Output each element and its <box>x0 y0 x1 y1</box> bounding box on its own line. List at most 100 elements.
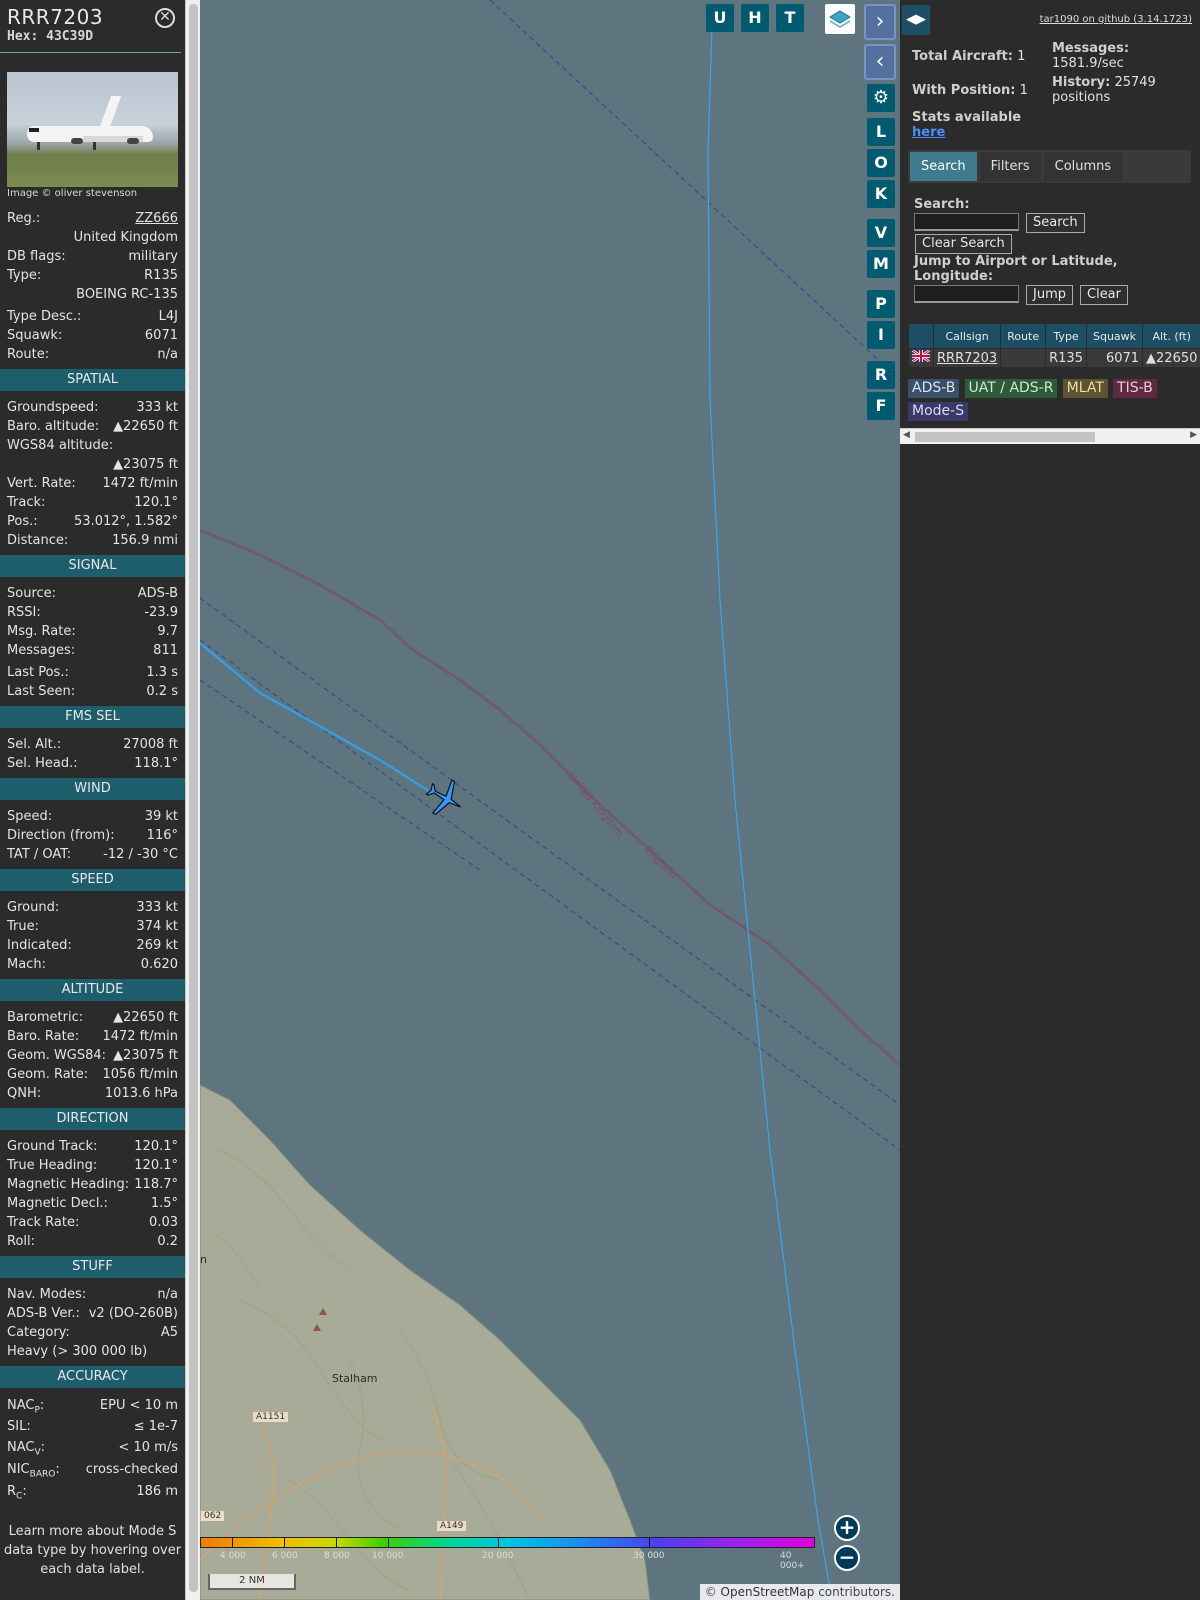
aircraft-icon[interactable] <box>422 778 468 818</box>
other-aircraft-track <box>707 27 833 1600</box>
scroll-right-icon[interactable]: ▶ <box>1190 430 1197 440</box>
info-row-sel-head: Sel. Head.: 118.1° <box>7 756 178 771</box>
info-row-groundspeed: Groundspeed: 333 kt <box>7 400 178 415</box>
map-button-f[interactable]: F <box>867 392 895 420</box>
clear-search-button[interactable]: Clear Search <box>915 234 1012 254</box>
cell-type: R135 <box>1046 349 1086 367</box>
aircraft-info-panel: RRR7203 Hex: 43C39D ✕ Image © oliver ste… <box>0 0 185 1600</box>
scrollbar-thumb[interactable] <box>915 432 1095 442</box>
section-direction: DIRECTION <box>0 1108 185 1130</box>
info-header: RRR7203 Hex: 43C39D ✕ <box>0 0 181 53</box>
jump-input[interactable] <box>914 285 1019 303</box>
airway-dashed-4 <box>200 679 481 871</box>
stat-stats-available: Stats available here <box>912 110 1022 140</box>
col-squawk[interactable]: Squawk <box>1086 324 1143 348</box>
zoom-out-button[interactable]: − <box>834 1545 860 1571</box>
search-button[interactable]: Search <box>1026 213 1085 233</box>
github-link[interactable]: tar1090 on github (3.14.1723) <box>1040 14 1192 25</box>
map-button-r[interactable]: R <box>867 361 895 389</box>
info-row-ground-speed: Ground: 333 kt <box>7 900 178 915</box>
alt-scale-tick: 30 000 <box>633 1551 665 1561</box>
legend-mlat: MLAT <box>1062 379 1108 398</box>
label-a1151: A1151 <box>252 1411 290 1423</box>
stat-messages: Messages: 1581.9/sec <box>1052 41 1130 71</box>
coastline-land <box>200 1084 651 1600</box>
col-callsign[interactable]: Callsign <box>934 324 1001 348</box>
map-button-m[interactable]: M <box>867 250 895 278</box>
col-type[interactable]: Type <box>1046 324 1086 348</box>
legend-adsb: ADS-B <box>908 379 960 398</box>
info-row-baro-alt: Baro. altitude: ▲22650 ft <box>7 419 178 434</box>
selected-aircraft-track <box>200 642 433 794</box>
cell-callsign[interactable]: RRR7203 <box>934 349 1001 367</box>
info-row-rssi: RSSI: -23.9 <box>7 605 178 620</box>
info-row-tat-oat: TAT / OAT: -12 / -30 °C <box>7 847 178 862</box>
map-button-i[interactable]: I <box>867 321 895 349</box>
info-row-wind-speed: Speed: 39 kt <box>7 809 178 824</box>
map-button-h[interactable]: H <box>741 4 769 32</box>
scroll-left-icon[interactable]: ◀ <box>903 430 910 440</box>
expand-sidebar-icon[interactable]: ◀▶ <box>902 5 930 35</box>
section-stuff: STUFF <box>0 1256 185 1278</box>
section-signal: SIGNAL <box>0 555 185 577</box>
col-altitude[interactable]: Alt. (ft) <box>1143 324 1200 348</box>
jump-button[interactable]: Jump <box>1026 285 1073 305</box>
info-row-roll: Roll: 0.2 <box>7 1234 178 1249</box>
map-view[interactable]: United Kingdom England Stalham A1151 A14… <box>200 0 900 1600</box>
info-row-squawk: Squawk: 6071 <box>7 328 178 343</box>
map-button-o[interactable]: O <box>867 149 895 177</box>
airway-dashed-3 <box>200 639 900 1151</box>
registration-link[interactable]: ZZ666 <box>135 209 178 228</box>
table-horizontal-scrollbar[interactable]: ◀ ▶ <box>900 428 1200 444</box>
stats-here-link[interactable]: here <box>912 125 945 140</box>
info-row-wgs-value: ▲23075 ft <box>113 457 178 472</box>
osm-link[interactable]: OpenStreetMap <box>721 1585 815 1599</box>
settings-gear-icon[interactable]: ⚙ <box>867 84 895 112</box>
section-wind: WIND <box>0 778 185 800</box>
col-route[interactable]: Route <box>1001 324 1046 348</box>
chevron-right-icon[interactable]: › <box>864 4 896 40</box>
search-input[interactable] <box>914 213 1019 231</box>
map-button-u[interactable]: U <box>706 4 734 32</box>
info-row-track: Track: 120.1° <box>7 495 178 510</box>
info-row-mag-heading: Magnetic Heading: 118.7° <box>7 1177 178 1192</box>
info-row-source: Source: ADS-B <box>7 586 178 601</box>
aircraft-photo[interactable] <box>7 72 178 187</box>
info-row-nav-modes: Nav. Modes: n/a <box>7 1287 178 1302</box>
layers-icon[interactable] <box>825 4 855 34</box>
info-row-route: Route: n/a <box>7 347 178 362</box>
info-panel-scrollbar[interactable] <box>185 0 200 1600</box>
label-edge: n <box>200 1253 207 1266</box>
clear-jump-button[interactable]: Clear <box>1080 285 1128 305</box>
cell-route <box>1001 349 1046 367</box>
info-row-messages: Messages: 811 <box>7 643 178 658</box>
uk-boundary-line <box>200 528 900 1067</box>
tab-filters[interactable]: Filters <box>979 152 1041 181</box>
airway-dashed-1 <box>489 0 900 381</box>
airway-dashed-2 <box>200 597 900 1106</box>
table-row[interactable]: RRR7203 R135 6071 ▲22650 <box>909 348 1200 367</box>
info-row-pos: Pos.: 53.012°, 1.582° <box>7 514 178 529</box>
section-altitude: ALTITUDE <box>0 979 185 1001</box>
legend-modes: Mode-S <box>908 402 969 421</box>
label-a149: A149 <box>436 1520 468 1532</box>
info-row-sil: SIL: ≤ 1e-7 <box>7 1419 178 1434</box>
zoom-in-button[interactable]: + <box>834 1515 860 1541</box>
tab-search[interactable]: Search <box>910 152 977 181</box>
chevron-left-icon[interactable]: ‹ <box>864 44 896 80</box>
map-button-p[interactable]: P <box>867 290 895 318</box>
close-icon[interactable]: ✕ <box>155 8 175 28</box>
info-row-msg-rate: Msg. Rate: 9.7 <box>7 624 178 639</box>
col-flag[interactable] <box>909 324 933 348</box>
map-button-t[interactable]: T <box>776 4 804 32</box>
info-row-wind-dir: Direction (from): 116° <box>7 828 178 843</box>
section-speed: SPEED <box>0 869 185 891</box>
label-road-062: 062 <box>200 1510 226 1522</box>
map-button-l[interactable]: L <box>867 118 895 146</box>
info-row-mag-decl: Magnetic Decl.: 1.5° <box>7 1196 178 1211</box>
map-button-v[interactable]: V <box>867 219 895 247</box>
scrollbar-thumb[interactable] <box>189 4 198 1592</box>
info-row-barometric: Barometric: ▲22650 ft <box>7 1010 178 1025</box>
map-button-k[interactable]: K <box>867 180 895 208</box>
tab-columns[interactable]: Columns <box>1043 152 1123 181</box>
